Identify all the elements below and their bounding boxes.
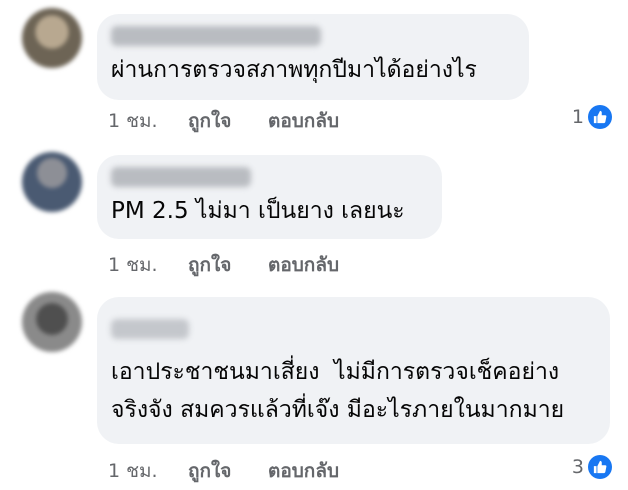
like-link[interactable]: ถูกใจ: [188, 456, 268, 486]
like-link[interactable]: ถูกใจ: [188, 106, 268, 136]
comment-bubble: ผ่านการตรวจสภาพทุกปีมาได้อย่างไร: [97, 14, 529, 100]
comment-text: เอาประชาชนมาเสี่ยง ไม่มีการตรวจเช็คอย่าง…: [111, 359, 565, 423]
author-name-blurred[interactable]: [111, 319, 189, 339]
reply-link[interactable]: ตอบกลับ: [268, 250, 339, 280]
comment-text: ผ่านการตรวจสภาพทุกปีมาได้อย่างไร: [111, 57, 477, 83]
timestamp[interactable]: 1 ชม.: [108, 456, 188, 486]
comment-bubble: PM 2.5 ไม่มา เป็นยาง เลยนะ: [97, 155, 442, 239]
reply-link[interactable]: ตอบกลับ: [268, 106, 339, 136]
avatar[interactable]: [22, 8, 82, 68]
reaction-summary[interactable]: 3: [572, 455, 612, 479]
author-name-blurred[interactable]: [111, 26, 321, 46]
reaction-summary[interactable]: 1: [572, 105, 612, 129]
comment-actions: 1 ชม. ถูกใจ ตอบกลับ: [108, 106, 339, 136]
comment-bubble: เอาประชาชนมาเสี่ยง ไม่มีการตรวจเช็คอย่าง…: [97, 297, 610, 444]
timestamp[interactable]: 1 ชม.: [108, 250, 188, 280]
comment-actions: 1 ชม. ถูกใจ ตอบกลับ: [108, 250, 339, 280]
like-reaction-icon: [588, 105, 612, 129]
avatar[interactable]: [22, 292, 82, 352]
comment-actions: 1 ชม. ถูกใจ ตอบกลับ: [108, 456, 339, 486]
like-reaction-icon: [588, 455, 612, 479]
avatar[interactable]: [22, 152, 82, 212]
comment-text: PM 2.5 ไม่มา เป็นยาง เลยนะ: [111, 198, 405, 224]
reaction-count: 3: [571, 456, 584, 478]
like-link[interactable]: ถูกใจ: [188, 250, 268, 280]
timestamp[interactable]: 1 ชม.: [108, 106, 188, 136]
author-name-blurred[interactable]: [111, 167, 251, 187]
reply-link[interactable]: ตอบกลับ: [268, 456, 339, 486]
reaction-count: 1: [571, 106, 584, 128]
